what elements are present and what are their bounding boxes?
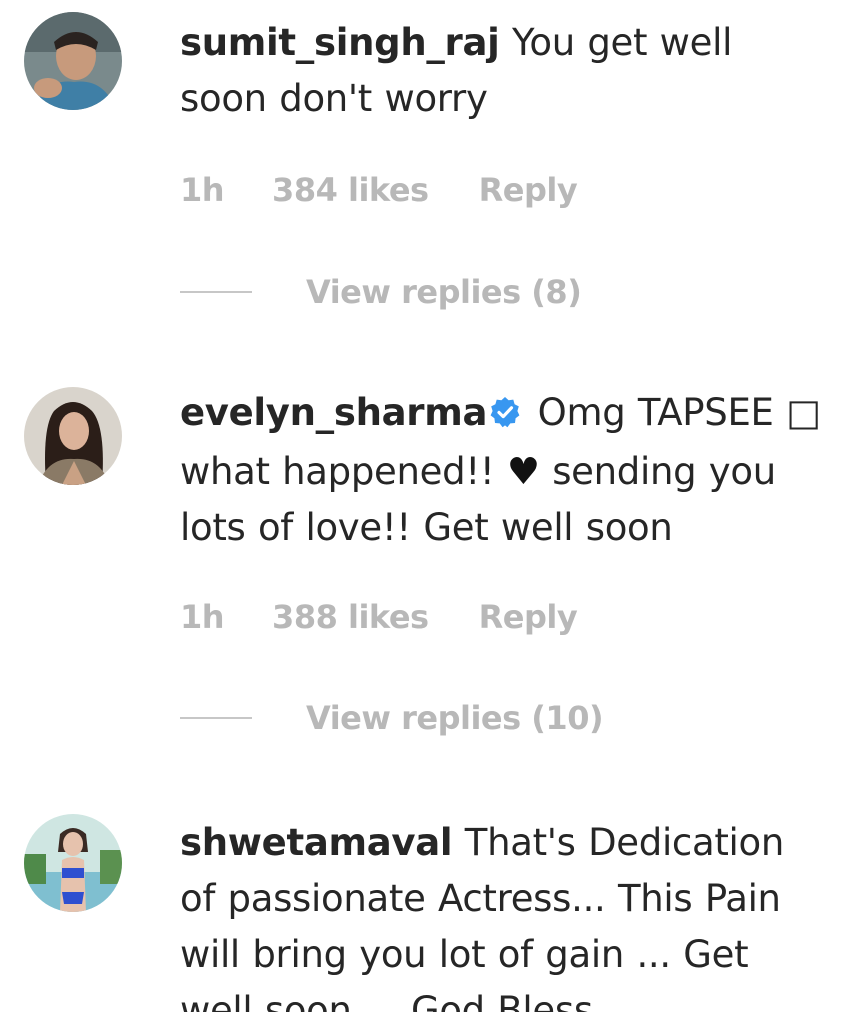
avatar-image-icon	[24, 387, 122, 485]
replies-divider-line	[180, 717, 252, 719]
comment-meta: 1h 388 likes Reply	[180, 595, 578, 639]
likes-count[interactable]: 388 likes	[272, 598, 429, 636]
avatar-image-icon	[24, 12, 122, 110]
comment-text: sumit_singh_raj You get well soon don't …	[180, 15, 830, 127]
view-replies-button[interactable]: View replies (10)	[180, 696, 604, 740]
avatar-image-icon	[24, 814, 122, 912]
username-link[interactable]: shwetamaval	[180, 821, 453, 864]
username-link[interactable]: evelyn_sharma	[180, 391, 487, 434]
avatar[interactable]	[24, 387, 122, 485]
comment-timestamp[interactable]: 1h	[180, 171, 225, 209]
view-replies-label: View replies (8)	[306, 273, 582, 311]
verified-badge-icon	[489, 388, 521, 444]
comment-item: shwetamaval That's Dedication of passion…	[0, 812, 850, 1012]
comment-timestamp[interactable]: 1h	[180, 598, 225, 636]
comment-item: evelyn_sharma Omg TAPSEE □ what happened…	[0, 385, 850, 755]
replies-divider-line	[180, 291, 252, 293]
reply-button[interactable]: Reply	[479, 598, 578, 636]
username-link[interactable]: sumit_singh_raj	[180, 21, 500, 64]
avatar[interactable]	[24, 814, 122, 912]
comment-item: sumit_singh_raj You get well soon don't …	[0, 0, 850, 330]
comment-meta: 1h 384 likes Reply	[180, 168, 578, 212]
view-replies-label: View replies (10)	[306, 699, 604, 737]
comment-text: evelyn_sharma Omg TAPSEE □ what happened…	[180, 385, 830, 556]
reply-button[interactable]: Reply	[479, 171, 578, 209]
likes-count[interactable]: 384 likes	[272, 171, 429, 209]
view-replies-button[interactable]: View replies (8)	[180, 270, 582, 314]
comment-text: shwetamaval That's Dedication of passion…	[180, 815, 830, 1012]
avatar[interactable]	[24, 12, 122, 110]
heart-emoji-icon: ♥	[506, 450, 540, 493]
